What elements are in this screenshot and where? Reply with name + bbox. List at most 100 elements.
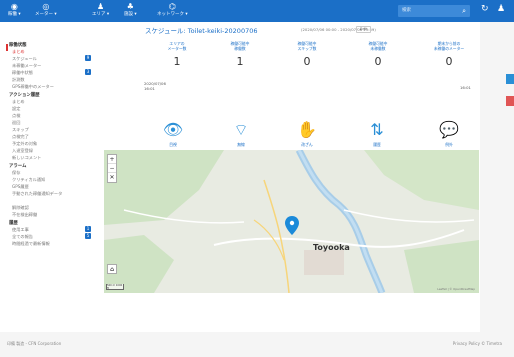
- visible-icon: 👁: [162, 120, 184, 139]
- map-view[interactable]: + − ✕ ⌂ 500 m 1000 ft Toyooka Leaflet | …: [104, 150, 479, 293]
- sidebar-item-usage[interactable]: 使用エ事: [12, 227, 29, 233]
- home-icon[interactable]: ⌂: [107, 264, 117, 274]
- sidebar-item-schedule[interactable]: スケジュール: [12, 56, 37, 62]
- stat-not-running: 稼働可能中 未稼働数 0: [348, 41, 408, 68]
- timeline-start: 2020/07/06 16:01: [144, 81, 166, 91]
- sidebar-item-inactive-meter[interactable]: 未稼働メーター: [12, 63, 41, 69]
- stat-running: 稼働可能中 稼働数 1: [210, 41, 270, 68]
- nav-meter-label: メーター ▾: [35, 12, 57, 17]
- nav-area-label: エリア ▾: [92, 12, 110, 17]
- nav-facility[interactable]: ♣ 施設 ▾: [124, 2, 137, 17]
- sidebar-item-save[interactable]: 保存: [12, 170, 20, 176]
- search-placeholder: 検索: [402, 8, 411, 13]
- map-city-label: Toyooka: [313, 243, 350, 252]
- sidebar-item-new-comment[interactable]: 新しいコメント: [12, 155, 41, 161]
- map-tiles: [104, 150, 479, 293]
- sidebar-item-gps-history[interactable]: GPS履歴: [12, 184, 29, 190]
- sidebar-item-absent[interactable]: 不在検出稼働: [12, 212, 37, 218]
- sidebar-item-latest[interactable]: 時間経過で最新情報: [12, 241, 50, 247]
- sidebar-item-complete[interactable]: 点検完了: [12, 134, 29, 140]
- refresh-icon[interactable]: ↻: [481, 4, 489, 14]
- sidebar-item-patrol[interactable]: 巡回: [12, 120, 20, 126]
- close-icon[interactable]: ✕: [108, 173, 116, 182]
- user-icon[interactable]: ♟: [497, 4, 505, 14]
- section-history: 履歴: [9, 221, 18, 226]
- action-name: 例外: [445, 142, 453, 147]
- sidebar-item-all-reports[interactable]: 全ての報告: [12, 234, 33, 240]
- sidebar-item-manual-alert[interactable]: 手動された稼働通知データ: [12, 191, 62, 197]
- active-marker: [6, 44, 8, 51]
- stat-value: 0: [303, 55, 311, 68]
- nav-network-label: ネットワーク ▾: [157, 12, 188, 17]
- section-action-history: アクション履歴: [9, 93, 40, 98]
- side-list-button[interactable]: [506, 96, 514, 106]
- sidebar-item-summary[interactable]: まとめ: [12, 49, 25, 55]
- action-name: 履歴: [373, 142, 381, 147]
- stat-label: 稼働可能中 未稼働数: [368, 41, 388, 51]
- network-icon: ⌬: [168, 2, 176, 11]
- zoom-control: + − ✕: [107, 154, 117, 183]
- stat-value: 1: [173, 55, 181, 68]
- nav-status-label: 稼働 ▾: [8, 12, 21, 17]
- badge-schedule: 9: [85, 55, 91, 61]
- stat-value: 0: [374, 55, 382, 68]
- sidebar-item-action-summary[interactable]: まとめ: [12, 99, 25, 105]
- action-name: 目視: [169, 142, 177, 147]
- title-row: スケジュール: Toilet-keiki-20200706 (2020/07/0…: [100, 25, 480, 35]
- sidebar-item-critical[interactable]: クリティカル通知: [12, 177, 45, 183]
- sidebar-item-inspection[interactable]: 点検: [12, 113, 20, 119]
- wireless-icon: ⌔: [233, 120, 249, 139]
- sidebar-item-resolve[interactable]: 解除確認: [12, 205, 29, 211]
- skip-icon: ✋: [297, 120, 317, 139]
- meter-icon: ◎: [42, 2, 50, 11]
- map-attribution: Leaflet | © OpenStreetMap: [437, 287, 475, 291]
- sidebar-item-running[interactable]: 稼働中状態: [12, 70, 33, 76]
- footer-privacy-link[interactable]: Privacy Policy © Timetra: [453, 341, 502, 346]
- top-navbar: ◉ 稼働 ▾ ◎ メーター ▾ ♟ エリア ▾ ♣ 施設 ▾ ⌬ ネットワーク …: [0, 0, 514, 22]
- page-title: スケジュール: Toilet-keiki-20200706: [145, 27, 258, 35]
- sidebar-item-count[interactable]: 計測数: [12, 77, 25, 83]
- sidebar-item-setting[interactable]: 設定: [12, 106, 20, 112]
- search-input[interactable]: 検索 ⌕: [398, 5, 470, 17]
- comment-icon: 💬: [439, 120, 459, 139]
- badge-usage: 1: [85, 226, 91, 232]
- stat-previous-inactive: 期末から前の 未稼働のメーター 0: [419, 41, 479, 68]
- badge-all-reports: 5: [85, 233, 91, 239]
- nav-facility-label: 施設 ▾: [124, 12, 137, 17]
- map-scale: 500 m 1000 ft: [106, 284, 124, 290]
- area-icon: ♟: [97, 2, 105, 11]
- section-alarm: アラーム: [9, 164, 27, 169]
- sidebar-item-gps-meter[interactable]: GPS稼働中のメーター: [12, 84, 54, 90]
- sidebar: 稼働状態 まとめ スケジュール 9 未稼働メーター 稼働中状態 3 計測数 GP…: [0, 22, 100, 332]
- timeline-end: 16:01: [460, 85, 471, 90]
- sidebar-item-entry[interactable]: 入退室登録: [12, 148, 33, 154]
- nav-meter[interactable]: ◎ メーター ▾: [35, 2, 57, 17]
- facility-icon: ♣: [126, 2, 134, 11]
- zoom-out-button[interactable]: −: [108, 164, 116, 173]
- status-icon: ◉: [10, 2, 18, 11]
- side-info-button[interactable]: [506, 74, 514, 84]
- edit-button[interactable]: Edit: [356, 26, 371, 33]
- stat-skipped: 稼働可能中 スキップ数 0: [277, 41, 337, 68]
- stat-meter-count: エリアの メーター数 1: [147, 41, 207, 68]
- sidebar-item-unplanned[interactable]: 予定外の対象: [12, 141, 37, 147]
- search-icon[interactable]: ⌕: [462, 5, 466, 17]
- stat-value: 1: [236, 55, 244, 68]
- transfer-icon: ⇅: [370, 120, 384, 139]
- footer-copyright: 印備 製造 - CFN Corporation: [7, 341, 62, 346]
- nav-area[interactable]: ♟ エリア ▾: [92, 2, 109, 17]
- nav-network[interactable]: ⌬ ネットワーク ▾: [157, 2, 188, 17]
- footer: 印備 製造 - CFN Corporation Privacy Policy ©…: [0, 332, 514, 357]
- stat-label: 稼働可能中 スキップ数: [297, 41, 317, 51]
- stat-label: エリアの メーター数: [167, 41, 187, 51]
- action-name: 改ざん: [301, 142, 313, 147]
- section-status: 稼働状態: [9, 43, 27, 48]
- nav-status[interactable]: ◉ 稼働 ▾: [8, 2, 21, 17]
- action-name: 無線: [237, 142, 245, 147]
- stat-label: 期末から前の 未稼働のメーター: [433, 41, 465, 51]
- badge-running: 3: [85, 69, 91, 75]
- stat-label: 稼働可能中 稼働数: [230, 41, 250, 51]
- zoom-in-button[interactable]: +: [108, 155, 116, 164]
- stat-value: 0: [445, 55, 453, 68]
- sidebar-item-skip[interactable]: スキップ: [12, 127, 29, 133]
